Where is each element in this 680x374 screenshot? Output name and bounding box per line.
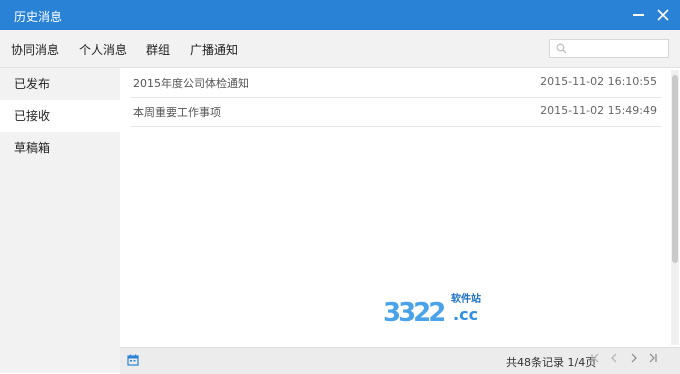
first-page-button[interactable] <box>588 353 602 367</box>
pagination-bar: 共48条记录 1/4页 <box>120 347 680 374</box>
first-page-icon <box>591 353 599 363</box>
minimize-button[interactable] <box>628 4 650 26</box>
sidebar-item-drafts[interactable]: 草稿箱 <box>0 132 120 164</box>
close-icon <box>657 9 669 21</box>
vertical-scrollbar[interactable] <box>671 70 679 345</box>
title-bar: 历史消息 <box>0 0 680 30</box>
message-subject: 本周重要工作事项 <box>133 106 221 119</box>
tab-broadcast[interactable]: 广播通知 <box>190 41 238 58</box>
watermark-domain: .cc <box>453 305 479 324</box>
prev-page-button[interactable] <box>607 353 621 367</box>
tab-collab-messages[interactable]: 协同消息 <box>11 41 59 58</box>
sidebar-item-received[interactable]: 已接收 <box>0 100 120 132</box>
folder-sidebar: 已发布 已接收 草稿箱 <box>0 68 120 373</box>
sidebar-item-published[interactable]: 已发布 <box>0 68 120 100</box>
next-page-button[interactable] <box>627 353 641 367</box>
message-row[interactable]: 2015年度公司体检通知 2015-11-02 16:10:55 <box>131 68 661 98</box>
tab-personal-messages[interactable]: 个人消息 <box>79 41 127 58</box>
message-time: 2015-11-02 15:49:49 <box>540 104 657 117</box>
calendar-icon[interactable] <box>127 354 139 366</box>
search-box <box>549 39 669 58</box>
message-subject: 2015年度公司体检通知 <box>133 77 249 90</box>
last-page-icon <box>649 353 657 363</box>
close-button[interactable] <box>652 4 674 26</box>
watermark-tagline: 软件站 <box>451 294 481 305</box>
search-icon <box>556 43 567 54</box>
minimize-icon <box>633 14 644 16</box>
tab-groups[interactable]: 群组 <box>146 41 170 58</box>
prev-page-icon <box>611 353 617 363</box>
message-time: 2015-11-02 16:10:55 <box>540 75 657 88</box>
watermark-number: 3322 <box>383 298 446 328</box>
last-page-button[interactable] <box>646 353 660 367</box>
message-row[interactable]: 本周重要工作事项 2015-11-02 15:49:49 <box>131 97 661 127</box>
window-title: 历史消息 <box>14 10 63 24</box>
record-count: 共48条记录 1/4页 <box>506 356 597 369</box>
scrollbar-thumb[interactable] <box>672 75 678 263</box>
message-type-tabs: 协同消息 个人消息 群组 广播通知 <box>0 30 680 68</box>
site-watermark-logo: 3322 软件站 .cc <box>383 290 493 330</box>
search-input[interactable] <box>570 41 664 56</box>
next-page-icon <box>631 353 637 363</box>
